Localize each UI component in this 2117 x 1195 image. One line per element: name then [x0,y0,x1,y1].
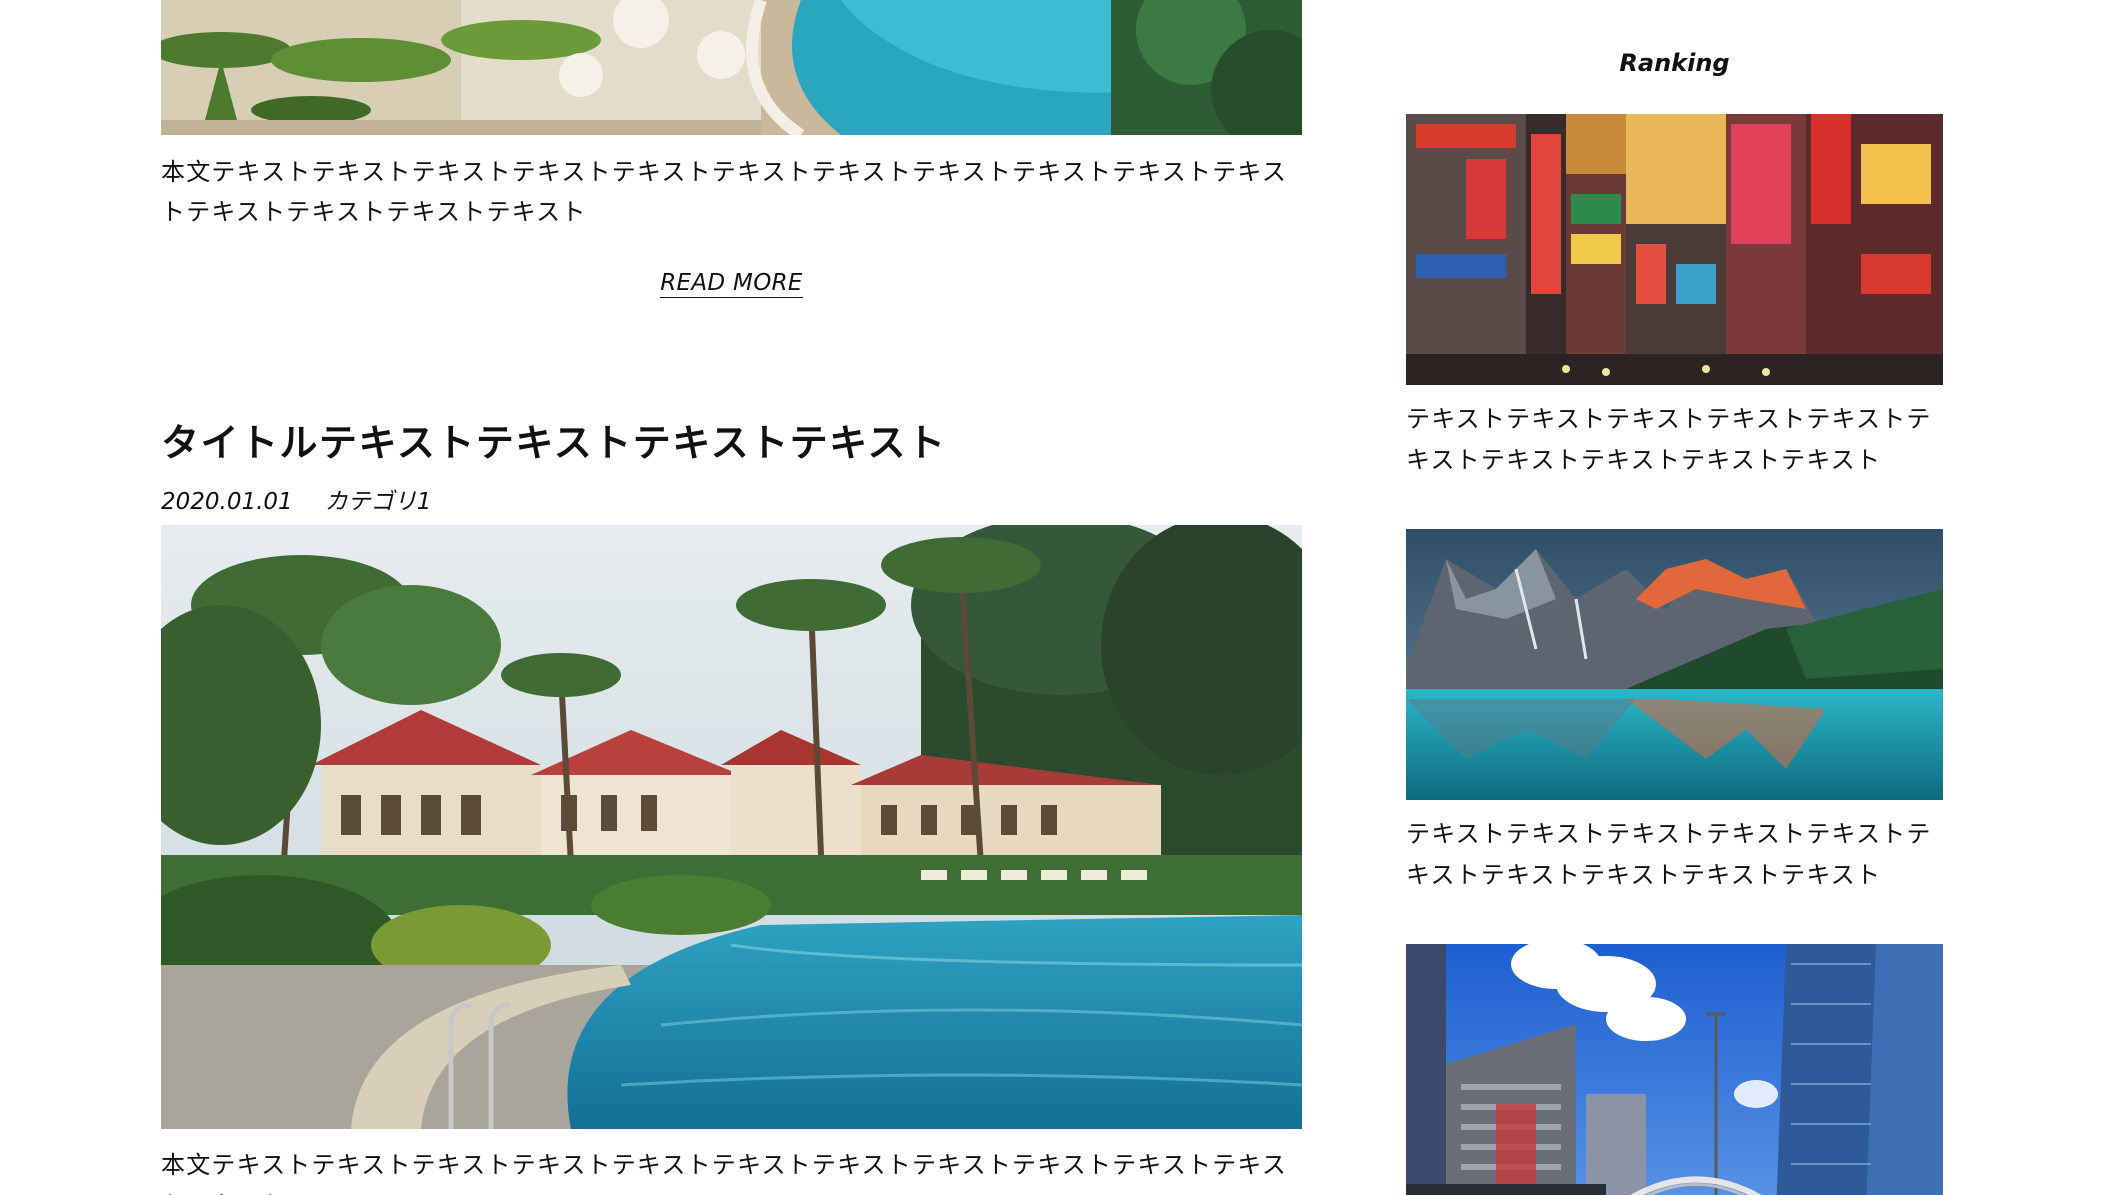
ranking-item-2-text: テキストテキストテキストテキストテキストテキストテキストテキストテキストテキスト [1406,820,1932,889]
resort-pool-palms-image [161,525,1302,1129]
ranking-item-1-image[interactable] [1406,114,1943,385]
post-meta: 2020.01.01 カテゴリ1 [161,487,1302,517]
post-1-body: 本文テキストテキストテキストテキストテキストテキストテキストテキストテキストテキ… [161,158,1288,226]
post-date: 2020.01.01 [161,489,293,515]
main-column: 本文テキストテキストテキストテキストテキストテキストテキストテキストテキストテキ… [161,0,1302,1195]
skyscrapers-sky-image [1406,944,1943,1195]
post-1: 本文テキストテキストテキストテキストテキストテキストテキストテキストテキストテキ… [161,0,1302,298]
post-category[interactable]: カテゴリ1 [325,487,432,517]
post-2: タイトルテキストテキストテキストテキスト 2020.01.01 カテゴリ1 本文… [161,418,1302,1195]
resort-pool-aerial-image [161,0,1302,135]
ranking-item-2[interactable]: テキストテキストテキストテキストテキストテキストテキストテキストテキストテキスト [1406,529,1943,896]
ranking-item-3-image[interactable] [1406,944,1943,1195]
ranking-item-3[interactable] [1406,944,1943,1195]
post-2-image[interactable] [161,525,1302,1129]
city-neon-signs-image [1406,114,1943,385]
post-1-image[interactable] [161,0,1302,135]
sidebar-heading: Ranking [1619,49,1730,77]
sidebar-ranking: Ranking テキストテキストテキストテキストテキストテキストテキストテキスト… [1406,0,1943,1195]
post-2-body: 本文テキストテキストテキストテキストテキストテキストテキストテキストテキストテキ… [161,1151,1288,1195]
read-more-row: READ MORE [161,270,1302,298]
mountain-lake-image [1406,529,1943,800]
page: 本文テキストテキストテキストテキストテキストテキストテキストテキストテキストテキ… [0,0,2117,1195]
read-more-link[interactable]: READ MORE [660,270,803,298]
ranking-item-1[interactable]: テキストテキストテキストテキストテキストテキストテキストテキストテキストテキスト [1406,114,1943,481]
post-title[interactable]: タイトルテキストテキストテキストテキスト [161,418,1302,468]
ranking-item-1-text: テキストテキストテキストテキストテキストテキストテキストテキストテキストテキスト [1406,405,1932,474]
ranking-item-2-image[interactable] [1406,529,1943,800]
